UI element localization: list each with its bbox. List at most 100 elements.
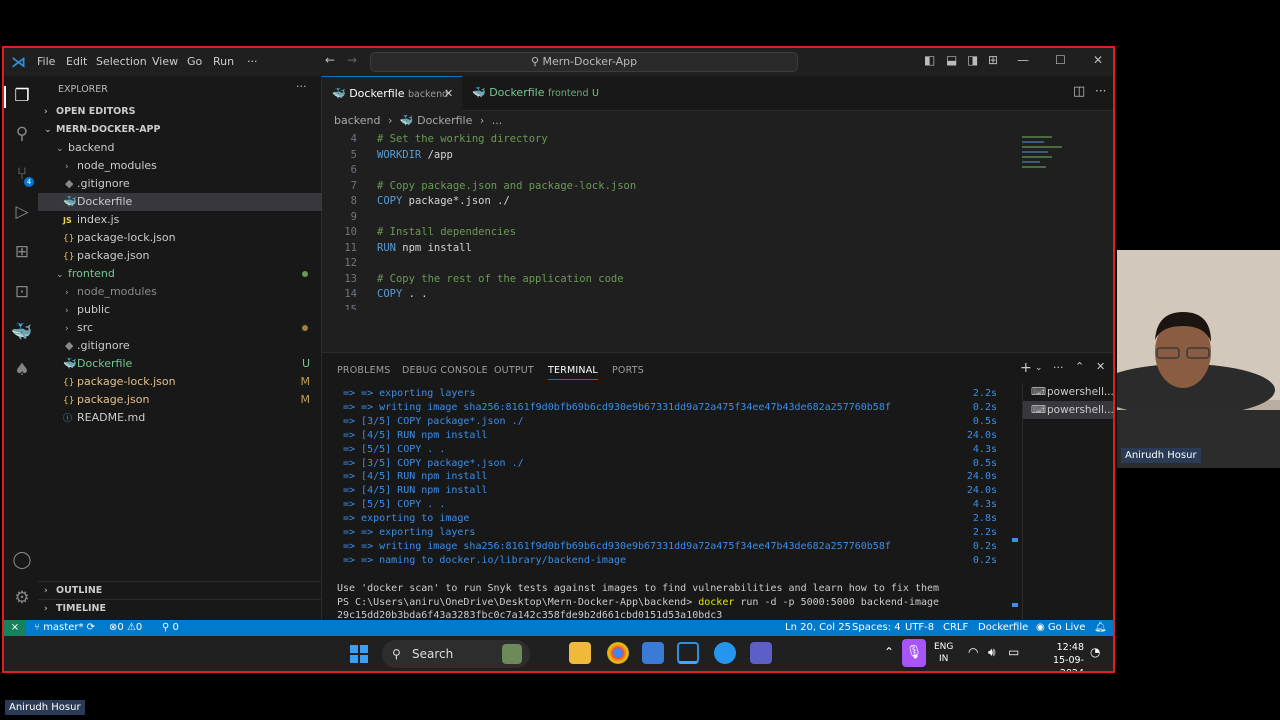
menu-more[interactable]: ··· [247,55,258,68]
mongodb-icon[interactable]: ♠ [11,360,33,382]
line-ending[interactable]: CRLF [943,620,968,636]
toggle-secondary-sidebar-icon[interactable]: ◨ [967,53,978,67]
tree-item-index-js[interactable]: JS index.js [38,211,322,229]
tree-item-package-lock-backend[interactable]: {} package-lock.json [38,229,322,247]
explorer-icon[interactable]: ❐ [4,86,38,108]
menu-view[interactable]: View [152,55,178,68]
ports-indicator[interactable]: ⚲ 0 [162,620,179,636]
vscode-taskbar-icon[interactable] [677,642,699,664]
tab-output[interactable]: OUTPUT [494,365,534,376]
terminal-icon: ⌨ [1031,404,1047,416]
explorer-more-icon[interactable]: ··· [296,80,307,93]
close-window-icon[interactable]: ✕ [1093,53,1103,67]
maximize-icon[interactable]: ☐ [1055,53,1066,67]
microphone-icon[interactable]: 🎙︎ [902,639,926,667]
tab-dockerfile-backend[interactable]: 🐳 Dockerfile backend ✕ [322,76,462,111]
maximize-panel-icon[interactable]: ⌃ [1075,360,1084,373]
tree-item-dockerfile-backend[interactable]: 🐳Dockerfile [38,193,322,211]
gitignore-icon: ◆ [65,177,74,190]
tree-item-frontend[interactable]: ⌄ frontend [38,265,322,283]
terminal-instance-2[interactable]: ⌨ powershell... [1023,401,1113,419]
show-hidden-icons[interactable]: ⌃ [884,645,894,659]
terminal-instance-1[interactable]: ⌨ powershell... [1023,383,1113,401]
tab-debug-console[interactable]: DEBUG CONSOLE [402,365,488,376]
close-panel-icon[interactable]: ✕ [1096,360,1105,373]
close-tab-icon[interactable]: ✕ [444,77,453,111]
run-debug-icon[interactable]: ▷ [11,202,33,224]
breadcrumb-file[interactable]: Dockerfile [417,114,472,127]
toggle-sidebar-icon[interactable]: ◧ [924,53,935,67]
branch-indicator[interactable]: ⑂ master* ⟳ [34,620,95,636]
terminal-dropdown-icon[interactable]: ⌄ [1035,363,1043,373]
remote-explorer-icon[interactable]: ⊡ [11,282,33,304]
menu-run[interactable]: Run [213,55,234,68]
forward-arrow-icon[interactable]: → [347,53,357,67]
windows-start-icon[interactable] [350,645,368,663]
tab-terminal[interactable]: TERMINAL [548,365,598,380]
timeline-section[interactable]: › TIMELINE [38,599,322,617]
problems-indicator[interactable]: ⊗0 ⚠0 [109,620,142,636]
teams-icon[interactable] [750,642,772,664]
battery-icon[interactable]: ▭ [1008,645,1019,659]
language-indicator[interactable]: ENG IN [934,641,953,665]
account-icon[interactable]: ◯ [11,550,33,572]
menu-selection[interactable]: Selection [96,55,147,68]
tree-item-gitignore-frontend[interactable]: ◆ .gitignore [38,337,322,355]
tree-item-src[interactable]: › src [38,319,322,337]
search-icon: ⚲ [530,55,543,68]
breadcrumb-folder[interactable]: backend [334,114,380,127]
chrome-icon[interactable] [607,642,629,664]
remote-indicator-icon[interactable]: ⨯ [4,620,26,636]
customize-layout-icon[interactable]: ⊞ [988,53,998,67]
tree-item-readme[interactable]: ⓘ README.md [38,409,322,427]
command-center[interactable]: ⚲ Mern-Docker-App [370,52,798,72]
minimize-icon[interactable]: — [1017,53,1029,67]
menu-edit[interactable]: Edit [66,55,87,68]
search-view-icon[interactable]: ⚲ [11,124,33,146]
minimap[interactable] [1022,136,1072,176]
menu-file[interactable]: File [37,55,55,68]
clock[interactable]: 12:48 15-09-2024 [1034,641,1084,671]
go-live-button[interactable]: ◉ Go Live [1036,620,1085,636]
webcam-video [1117,250,1280,468]
tree-item-public[interactable]: › public [38,301,322,319]
tree-item-node-modules-frontend[interactable]: › node_modules [38,283,322,301]
split-editor-icon[interactable]: ◫ [1073,84,1085,99]
open-editors-section[interactable]: › OPEN EDITORS [38,103,322,121]
project-section[interactable]: ⌄ MERN-DOCKER-APP [38,121,322,139]
panel-more-icon[interactable]: ··· [1053,361,1064,374]
taskbar-search[interactable]: ⚲ Search [382,640,530,668]
toggle-panel-icon[interactable]: ⬓ [946,53,957,67]
ports-count: 0 [172,622,179,633]
tree-item-node-modules[interactable]: › node_modules [38,157,322,175]
tree-item-dockerfile-frontend[interactable]: 🐳Dockerfile U [38,355,322,373]
tab-problems[interactable]: PROBLEMS [337,365,390,376]
back-arrow-icon[interactable]: ← [325,53,335,67]
breadcrumb-symbol[interactable]: ... [492,114,503,127]
outline-section[interactable]: › OUTLINE [38,581,322,599]
volume-icon[interactable]: 🔊︎ [988,645,996,660]
editor-more-icon[interactable]: ··· [1095,84,1106,98]
docker-icon[interactable]: 🐳 [11,322,33,344]
tree-item-gitignore[interactable]: ◆ .gitignore [38,175,322,193]
file-explorer-icon[interactable] [569,642,591,664]
settings-gear-icon[interactable]: ⚙ [11,588,33,610]
tab-dockerfile-frontend[interactable]: 🐳 Dockerfile frontend U [462,76,602,111]
extensions-icon[interactable]: ⊞ [11,242,33,264]
tab-ports[interactable]: PORTS [612,365,644,376]
docker-desktop-icon[interactable] [714,642,736,664]
notification-center-icon[interactable]: ◔ [1090,645,1100,659]
tree-item-package-frontend[interactable]: {} package.json M [38,391,322,409]
tree-item-backend[interactable]: ⌄ backend [38,139,322,157]
encoding[interactable]: UTF-8 [905,620,934,636]
notifications-bell-icon[interactable]: 🔔︎ [1094,620,1107,636]
indentation[interactable]: Spaces: 4 [852,620,901,636]
wifi-icon[interactable]: ◠ [968,645,978,659]
new-terminal-icon[interactable]: + [1020,360,1032,376]
cursor-position[interactable]: Ln 20, Col 25 [785,620,851,636]
notepad-icon[interactable] [642,642,664,664]
language-mode[interactable]: Dockerfile [978,620,1028,636]
tree-item-package-lock-frontend[interactable]: {} package-lock.json M [38,373,322,391]
tree-item-package-backend[interactable]: {} package.json [38,247,322,265]
menu-go[interactable]: Go [187,55,202,68]
